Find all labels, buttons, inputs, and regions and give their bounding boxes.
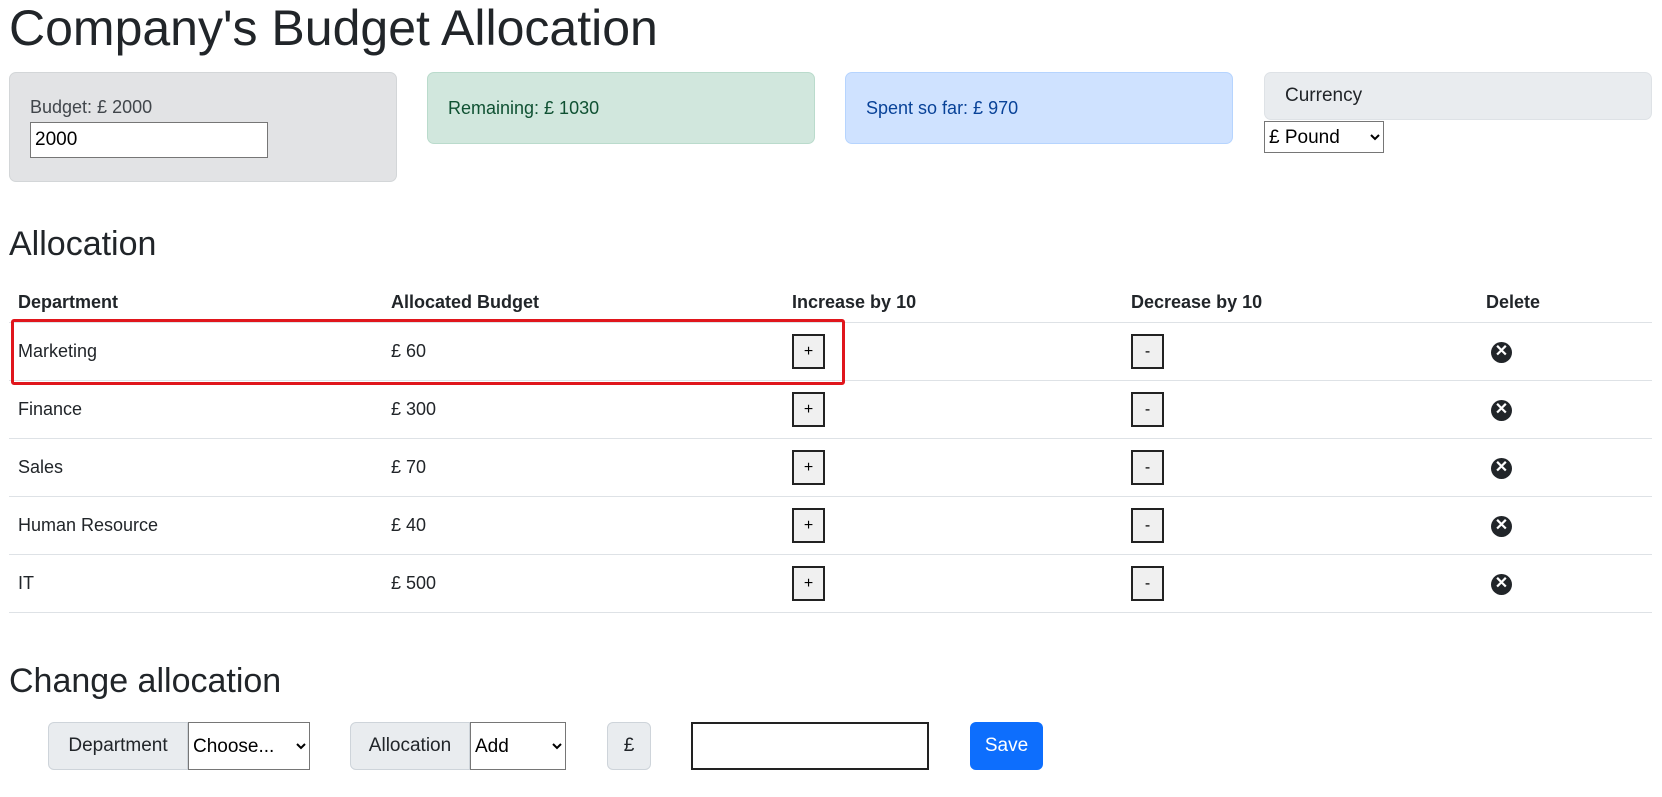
department-select[interactable]: Choose... bbox=[188, 722, 310, 770]
increase-button[interactable]: + bbox=[792, 392, 825, 427]
delete-icon[interactable]: ✕ bbox=[1491, 573, 1512, 595]
budget-cell: £ 60 bbox=[382, 322, 783, 381]
budget-input[interactable] bbox=[30, 122, 268, 158]
increase-button[interactable]: + bbox=[792, 450, 825, 485]
allocation-table: Department Allocated Budget Increase by … bbox=[9, 282, 1652, 613]
change-allocation-heading: Change allocation bbox=[9, 662, 282, 700]
header-decrease: Decrease by 10 bbox=[1122, 282, 1477, 323]
budget-cell: £ 70 bbox=[382, 438, 783, 497]
decrease-button[interactable]: - bbox=[1131, 334, 1164, 369]
department-label: Department bbox=[48, 722, 188, 770]
remaining-card: Remaining: £ 1030 bbox=[427, 72, 815, 144]
department-cell: Sales bbox=[9, 438, 382, 497]
page-title: Company's Budget Allocation bbox=[9, 0, 658, 56]
allocation-type-select[interactable]: Add bbox=[470, 722, 566, 770]
decrease-button[interactable]: - bbox=[1131, 450, 1164, 485]
currency-label: Currency bbox=[1285, 85, 1363, 106]
table-row: Human Resource £ 40 + - ✕ bbox=[9, 496, 1652, 555]
table-row: Sales £ 70 + - ✕ bbox=[9, 438, 1652, 497]
budget-card: Budget: £ 2000 bbox=[9, 72, 397, 182]
header-increase: Increase by 10 bbox=[783, 282, 1122, 323]
department-cell: IT bbox=[9, 554, 382, 613]
department-cell: Marketing bbox=[9, 322, 382, 381]
decrease-button[interactable]: - bbox=[1131, 566, 1164, 601]
delete-icon[interactable]: ✕ bbox=[1491, 457, 1512, 479]
department-cell: Human Resource bbox=[9, 496, 382, 555]
delete-icon[interactable]: ✕ bbox=[1491, 341, 1512, 363]
decrease-button[interactable]: - bbox=[1131, 392, 1164, 427]
department-cell: Finance bbox=[9, 380, 382, 439]
increase-button[interactable]: + bbox=[792, 566, 825, 601]
table-row: IT £ 500 + - ✕ bbox=[9, 554, 1652, 613]
currency-select[interactable]: £ Pound bbox=[1264, 121, 1384, 153]
save-button[interactable]: Save bbox=[970, 722, 1043, 770]
allocation-heading: Allocation bbox=[9, 225, 157, 263]
currency-symbol: £ bbox=[607, 722, 651, 770]
budget-cell: £ 500 bbox=[382, 554, 783, 613]
increase-button[interactable]: + bbox=[792, 508, 825, 543]
budget-cell: £ 40 bbox=[382, 496, 783, 555]
currency-card: Currency bbox=[1264, 72, 1652, 120]
header-delete: Delete bbox=[1477, 282, 1652, 323]
budget-cell: £ 300 bbox=[382, 380, 783, 439]
table-row: Finance £ 300 + - ✕ bbox=[9, 380, 1652, 439]
delete-icon[interactable]: ✕ bbox=[1491, 515, 1512, 537]
delete-icon[interactable]: ✕ bbox=[1491, 399, 1512, 421]
header-department: Department bbox=[9, 282, 382, 323]
increase-button[interactable]: + bbox=[792, 334, 825, 369]
allocation-label: Allocation bbox=[350, 722, 470, 770]
budget-label: Budget: £ 2000 bbox=[30, 97, 153, 117]
spent-card: Spent so far: £ 970 bbox=[845, 72, 1233, 144]
amount-input[interactable] bbox=[691, 722, 929, 770]
header-allocated: Allocated Budget bbox=[382, 282, 783, 323]
decrease-button[interactable]: - bbox=[1131, 508, 1164, 543]
spent-text: Spent so far: £ 970 bbox=[866, 97, 1019, 118]
table-row: Marketing £ 60 + - ✕ bbox=[9, 322, 1652, 381]
remaining-text: Remaining: £ 1030 bbox=[448, 97, 600, 118]
